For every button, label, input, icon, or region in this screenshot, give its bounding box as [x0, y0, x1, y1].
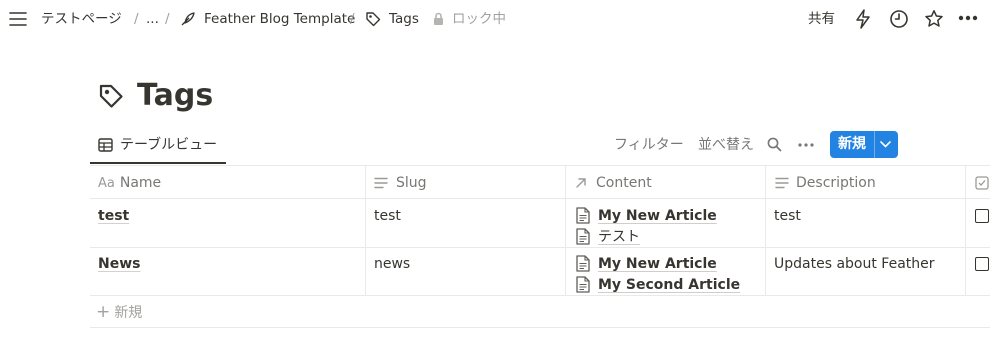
- row-checkbox[interactable]: [975, 257, 989, 271]
- column-divider: [565, 165, 566, 295]
- column-header-label: Description: [796, 175, 876, 191]
- row-name-cell[interactable]: News: [98, 255, 140, 273]
- column-header-slug[interactable]: Slug: [374, 174, 427, 192]
- content-relation-link[interactable]: テスト: [598, 228, 640, 246]
- column-divider: [965, 165, 966, 295]
- breadcrumb-separator: /: [350, 11, 355, 27]
- page-tag-icon: [98, 83, 124, 109]
- lightning-icon[interactable]: [854, 9, 872, 29]
- lock-label[interactable]: ロック中: [452, 9, 506, 29]
- text-property-icon: Aa: [98, 176, 115, 191]
- sort-button[interactable]: 並べ替え: [698, 135, 754, 155]
- column-header-description[interactable]: Description: [775, 174, 876, 192]
- breadcrumb-separator: /: [165, 11, 170, 27]
- add-row-button[interactable]: + 新規: [96, 303, 142, 322]
- view-tab-label: テーブルビュー: [120, 137, 218, 153]
- lines-icon: [775, 177, 789, 189]
- column-header-label: Slug: [396, 175, 427, 191]
- new-button-label: 新規: [838, 136, 866, 152]
- plus-icon: +: [96, 302, 111, 322]
- row-description-cell[interactable]: test: [774, 207, 801, 225]
- menu-icon[interactable]: [9, 11, 27, 27]
- table-row-border: [90, 295, 990, 296]
- row-slug-cell[interactable]: test: [374, 207, 401, 225]
- page-icon: [576, 228, 590, 245]
- table-header-border: [90, 198, 990, 199]
- table-top-border: [90, 165, 990, 166]
- tag-icon: [365, 11, 381, 27]
- table-bottom-border: [90, 327, 990, 328]
- row-slug-cell[interactable]: news: [374, 255, 410, 273]
- search-icon[interactable]: [767, 137, 782, 152]
- page-icon: [576, 207, 590, 224]
- lines-icon: [374, 177, 388, 189]
- content-relation-link[interactable]: My Second Article: [598, 276, 740, 294]
- lock-icon: [433, 12, 444, 26]
- row-description-cell[interactable]: Updates about Feather: [774, 255, 935, 273]
- chevron-down-icon[interactable]: [880, 141, 891, 148]
- add-row-label: 新規: [114, 305, 143, 321]
- breadcrumb-item-tags[interactable]: Tags: [389, 9, 419, 29]
- checkbox-icon: [975, 176, 989, 190]
- clock-icon[interactable]: [889, 9, 909, 29]
- page-title[interactable]: Tags: [137, 76, 213, 116]
- star-icon[interactable]: [924, 9, 944, 29]
- arrow-up-right-icon: [575, 177, 587, 189]
- breadcrumb-item-ellipsis[interactable]: ...: [146, 9, 159, 29]
- filter-button[interactable]: フィルター: [614, 135, 684, 155]
- row-checkbox[interactable]: [975, 209, 989, 223]
- content-relation-link[interactable]: My New Article: [598, 255, 717, 273]
- column-divider: [765, 165, 766, 295]
- breadcrumb-separator: /: [134, 11, 139, 27]
- new-button[interactable]: 新規: [830, 131, 898, 158]
- page-icon: [576, 276, 590, 293]
- page-icon: [576, 255, 590, 272]
- view-more-icon[interactable]: [798, 143, 814, 147]
- row-name-cell[interactable]: test: [98, 207, 129, 225]
- breadcrumb-item-feather-blog-template[interactable]: Feather Blog Template: [204, 9, 355, 29]
- top-bar: テストページ / ... / Feather Blog Template / T…: [0, 0, 990, 38]
- column-header-label: Content: [596, 175, 652, 191]
- column-divider: [365, 165, 366, 295]
- share-button[interactable]: 共有: [808, 9, 835, 29]
- view-tab-table[interactable]: テーブルビュー: [90, 130, 226, 164]
- breadcrumb-item-test-page[interactable]: テストページ: [41, 9, 122, 29]
- feather-icon: [180, 11, 196, 27]
- content-relation-link[interactable]: My New Article: [598, 207, 717, 225]
- new-button-divider: [874, 131, 875, 158]
- more-icon[interactable]: [958, 15, 978, 21]
- column-header-label: Name: [119, 175, 162, 191]
- column-header-name[interactable]: Aa Name: [98, 174, 161, 193]
- table-icon: [98, 138, 113, 152]
- column-header-content[interactable]: Content: [575, 174, 652, 192]
- table-row-border: [90, 247, 990, 248]
